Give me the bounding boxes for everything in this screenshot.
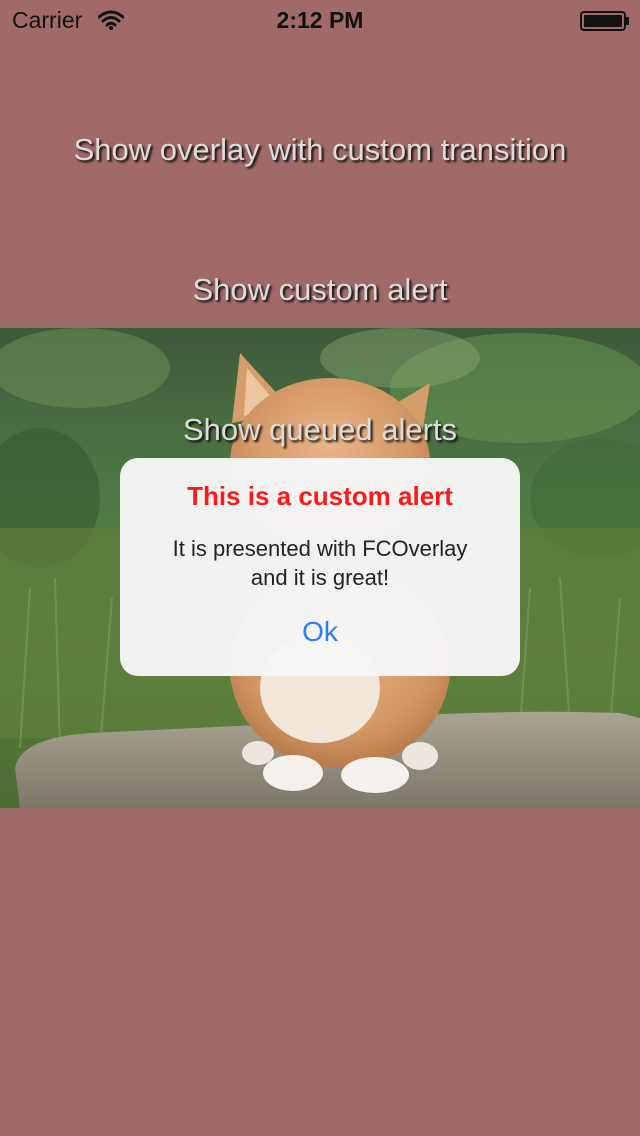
show-overlay-custom-transition-button[interactable]: Show overlay with custom transition: [0, 130, 640, 170]
alert-message-line-2: and it is great!: [250, 565, 390, 590]
status-bar: Carrier 2:12 PM: [0, 0, 640, 40]
show-queued-alerts-button[interactable]: Show queued alerts: [0, 410, 640, 450]
status-time: 2:12 PM: [276, 7, 364, 33]
show-custom-alert-button[interactable]: Show custom alert: [0, 270, 640, 310]
custom-alert-dialog: This is a custom alert It is presented w…: [120, 458, 520, 676]
alert-title: This is a custom alert: [187, 481, 453, 511]
battery-full-icon: [580, 11, 629, 31]
alert-message: It is presented with FCOverlay and it is…: [130, 534, 510, 592]
alert-message-line-1: It is presented with FCOverlay: [172, 536, 468, 561]
ok-button[interactable]: Ok: [120, 614, 520, 650]
